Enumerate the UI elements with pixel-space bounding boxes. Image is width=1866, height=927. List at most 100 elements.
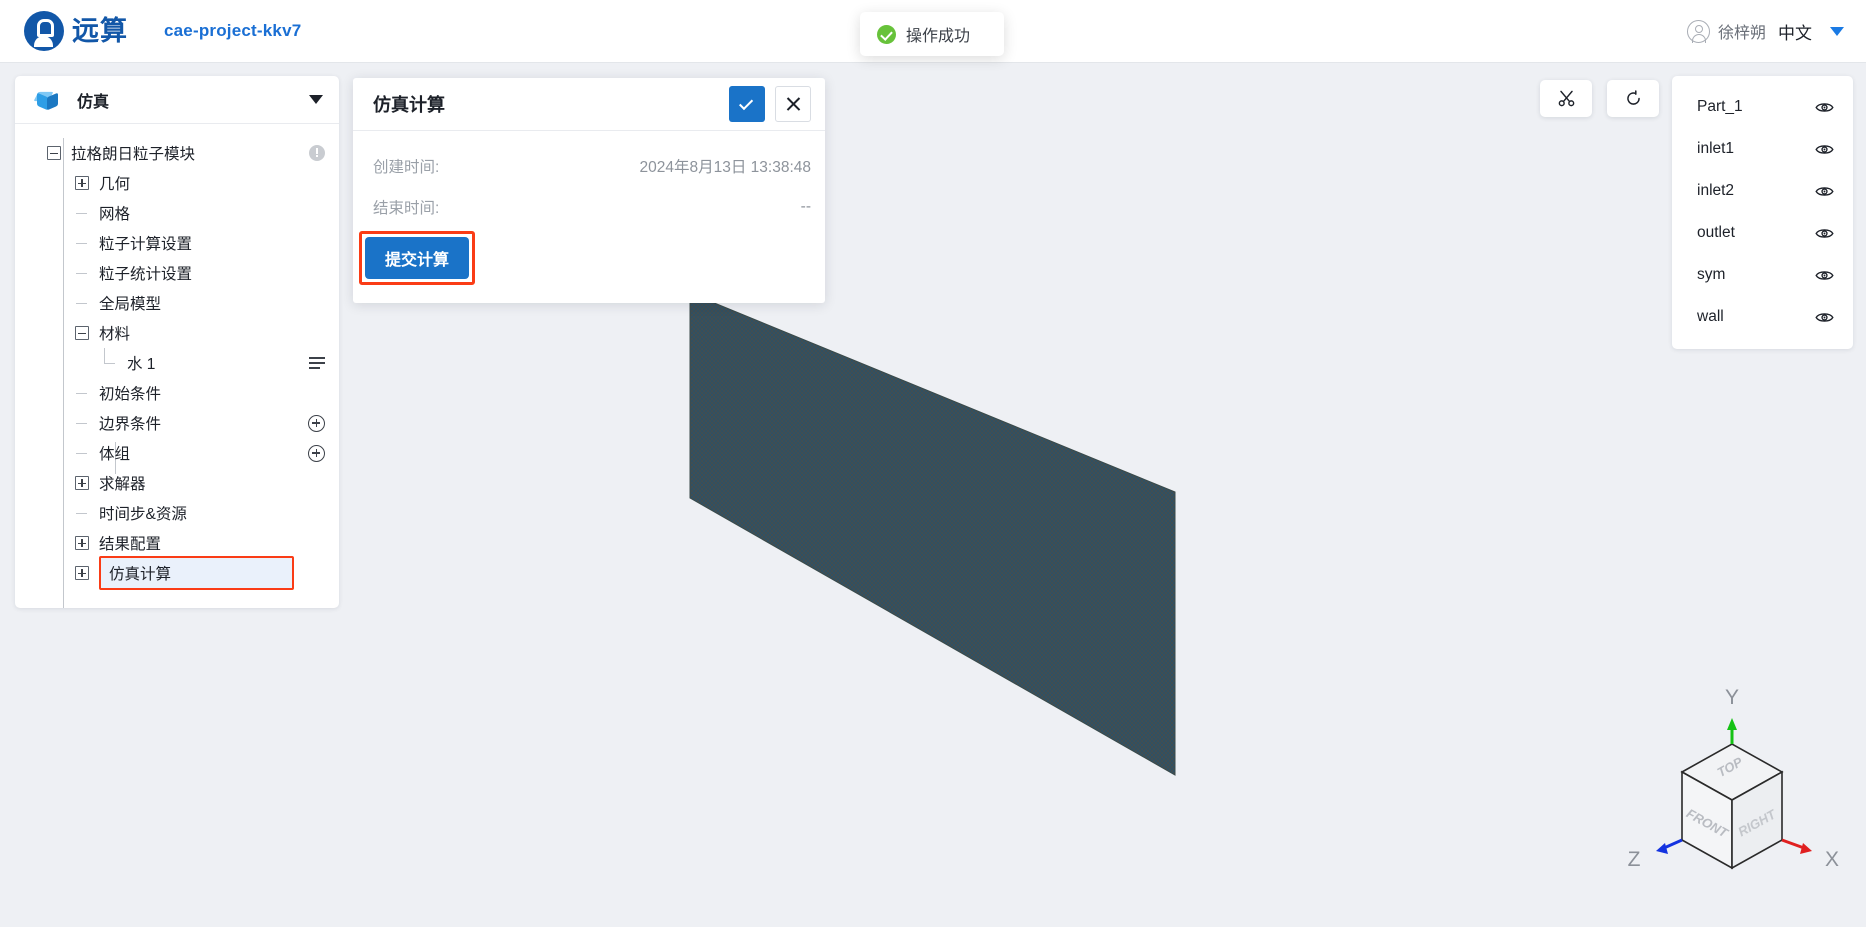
confirm-button[interactable]: [729, 86, 765, 122]
collapse-toggle-icon[interactable]: [47, 146, 61, 160]
tree-item-label-box: 材料: [99, 322, 130, 344]
tree-item-label: 体组: [99, 446, 131, 463]
submit-computation-button[interactable]: 提交计算: [365, 237, 470, 279]
tree-item-label-box: 粒子计算设置: [99, 232, 192, 254]
eye-icon[interactable]: [1815, 227, 1834, 240]
success-toast: 操作成功: [860, 12, 1004, 56]
gizmo-axis-y: Y: [1725, 686, 1739, 709]
tree-item-label-box: 仿真计算: [99, 556, 294, 590]
orientation-gizmo[interactable]: TOP FRONT RIGHT Y X Z: [1604, 672, 1854, 892]
eye-icon[interactable]: [1815, 101, 1834, 114]
dialog-header: 仿真计算: [353, 78, 825, 131]
tree-branch-icon: [75, 446, 89, 460]
toast-message: 操作成功: [906, 28, 971, 45]
row-action-button[interactable]: [308, 414, 325, 432]
check-icon: [738, 95, 753, 110]
gizmo-axis-x: X: [1825, 848, 1839, 871]
tree-item-label: 边界条件: [99, 416, 162, 433]
plus-circle-icon[interactable]: [308, 444, 325, 462]
part-name: outlet: [1697, 224, 1735, 241]
tree-item-label: 材料: [99, 326, 131, 343]
cube-icon: [33, 88, 59, 112]
chevron-down-icon[interactable]: [1830, 26, 1844, 36]
tree-item-label-box: 初始条件: [99, 382, 161, 404]
tree-item[interactable]: 水 1: [15, 348, 339, 378]
tree-item[interactable]: 求解器: [15, 468, 339, 498]
simulation-sidebar: 仿真 拉格朗日粒子模块几何网格粒子计算设置 粒子统计设置全局模型材料水 1 初始条件…: [15, 76, 339, 608]
tree-item[interactable]: 初始条件: [15, 378, 339, 408]
tree-item[interactable]: 体组: [15, 438, 339, 468]
tree-branch-icon: [75, 416, 89, 430]
tree-item-label: 初始条件: [99, 386, 162, 403]
tree-item[interactable]: 几何: [15, 168, 339, 198]
tree-item-label: 粒子统计设置: [99, 266, 193, 283]
part-name: sym: [1697, 266, 1726, 283]
clip-tool-button[interactable]: [1540, 80, 1592, 117]
part-list-item[interactable]: inlet2: [1672, 170, 1853, 212]
eye-icon[interactable]: [1815, 185, 1834, 198]
tree-branch-icon: [75, 206, 89, 220]
dialog-footer: 提交计算: [353, 227, 825, 303]
collapse-toggle-icon[interactable]: [75, 326, 89, 340]
header-right: 徐梓朔 中文: [1686, 19, 1844, 44]
sidebar-header[interactable]: 仿真: [15, 76, 339, 124]
expand-toggle-icon[interactable]: [75, 176, 89, 190]
expand-toggle-icon[interactable]: [75, 536, 89, 550]
expand-toggle-icon[interactable]: [75, 566, 89, 580]
success-check-icon: [877, 24, 896, 44]
tree-item[interactable]: 仿真计算: [15, 556, 339, 590]
tree-item-label-box: 水 1: [127, 352, 155, 374]
language-selector[interactable]: 中文: [1778, 19, 1812, 44]
tree-item[interactable]: 拉格朗日粒子模块: [15, 138, 339, 168]
plus-circle-icon[interactable]: [308, 414, 325, 432]
tree-item-label-box: 边界条件: [99, 412, 161, 434]
dialog-actions: [729, 86, 811, 122]
eye-icon[interactable]: [1815, 269, 1834, 282]
row-action-button[interactable]: [308, 444, 325, 462]
gizmo-axis-z: Z: [1628, 848, 1641, 871]
close-button[interactable]: [775, 86, 811, 122]
tree-branch-icon: [75, 266, 89, 280]
part-list-item[interactable]: inlet1: [1672, 128, 1853, 170]
row-action-button[interactable]: [309, 357, 325, 369]
close-icon: [785, 96, 801, 112]
tree-item-label-box: 粒子统计设置: [99, 262, 192, 284]
tree-item-label: 网格: [99, 206, 131, 223]
tree-item[interactable]: 全局模型: [15, 288, 339, 318]
tree-item[interactable]: 粒子统计设置: [15, 258, 339, 288]
tree-item-label: 拉格朗日粒子模块: [71, 146, 196, 163]
part-list-item[interactable]: sym: [1672, 254, 1853, 296]
tree-item-label-box: 网格: [99, 202, 130, 224]
chevron-down-icon[interactable]: [309, 95, 323, 104]
user-menu[interactable]: 徐梓朔: [1686, 19, 1766, 43]
expand-toggle-icon[interactable]: [75, 476, 89, 490]
eye-icon[interactable]: [1815, 143, 1834, 156]
tree-item[interactable]: 时间步&资源: [15, 498, 339, 528]
tree-item[interactable]: 网格: [15, 198, 339, 228]
tree-item[interactable]: 粒子计算设置: [15, 228, 339, 258]
tree-branch-icon: [75, 386, 89, 400]
eye-icon[interactable]: [1815, 311, 1834, 324]
project-name[interactable]: cae-project-kkv7: [164, 21, 301, 41]
part-list-item[interactable]: wall: [1672, 296, 1853, 338]
brand[interactable]: 远算: [24, 11, 128, 51]
tree-item[interactable]: 材料: [15, 318, 339, 348]
tree-item[interactable]: 结果配置: [15, 528, 339, 558]
brand-name: 远算: [72, 15, 128, 46]
app-root: 远算 cae-project-kkv7 徐梓朔 中文 操作成功 仿真 拉格朗日粒…: [0, 0, 1866, 927]
submit-highlight: 提交计算: [359, 231, 476, 285]
view-toolbar: [1540, 80, 1659, 117]
part-name: inlet2: [1697, 182, 1735, 199]
reset-view-button[interactable]: [1607, 80, 1659, 117]
sidebar-title: 仿真: [77, 93, 110, 111]
tree-item[interactable]: 边界条件: [15, 408, 339, 438]
tree-item-label: 粒子计算设置: [99, 236, 193, 253]
list-icon[interactable]: [309, 357, 325, 369]
field-label: 结束时间:: [373, 199, 440, 217]
tree-item-label: 几何: [99, 176, 131, 193]
part-list-item[interactable]: Part_1: [1672, 86, 1853, 128]
gizmo-cube[interactable]: TOP FRONT RIGHT Y X Z: [1604, 672, 1854, 892]
tree-item-label: 水 1: [127, 356, 156, 373]
part-list-item[interactable]: outlet: [1672, 212, 1853, 254]
simulation-run-dialog: 仿真计算 创建时间: 2024年8月13日 13:38:48 结束时间: --: [353, 78, 825, 303]
